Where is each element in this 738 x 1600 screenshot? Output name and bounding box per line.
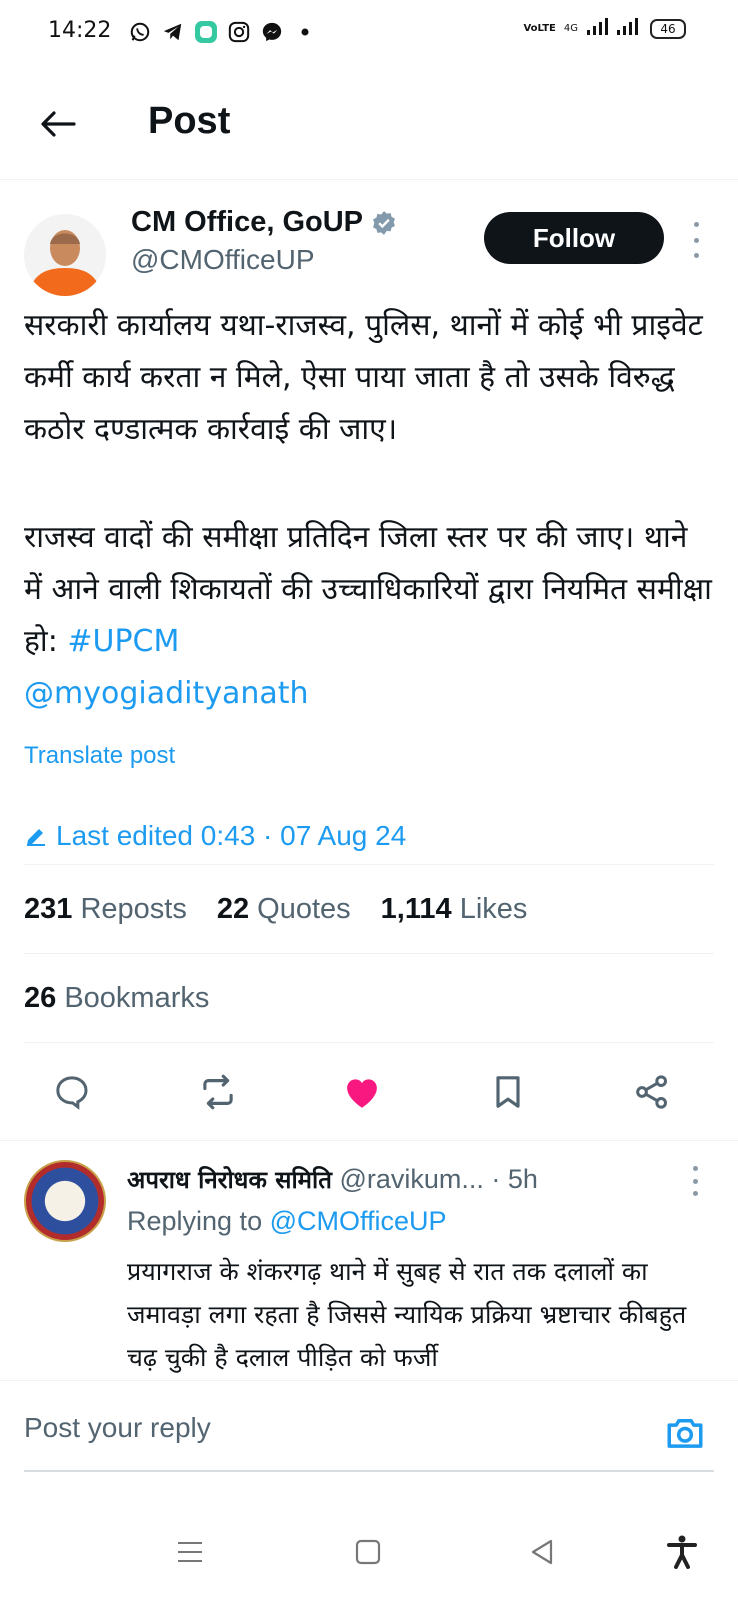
post-text-paragraph-2: राजस्व वादों की समीक्षा प्रतिदिन जिला स्… — [24, 512, 714, 720]
instagram-icon — [227, 20, 251, 44]
reply-author-name[interactable]: अपराध निरोधक समिति — [127, 1166, 332, 1194]
mention-link[interactable]: @myogiadityanath — [24, 676, 309, 711]
status-bar: 14:22 VoLTE 4G 46 — [0, 0, 738, 66]
home-button[interactable] — [346, 1530, 390, 1574]
comment-icon — [56, 1076, 88, 1110]
reply-header: अपराध निरोधक समिति @ravikum... · 5h — [127, 1163, 687, 1196]
camera-icon — [667, 1419, 703, 1448]
divider — [0, 1140, 738, 1141]
nav-back-button[interactable] — [520, 1530, 564, 1574]
status-indicators: VoLTE 4G 46 — [523, 18, 686, 39]
recents-button[interactable] — [168, 1530, 212, 1574]
replying-to: Replying to @CMOfficeUP — [127, 1206, 447, 1237]
likes-count: 1,114 — [380, 893, 452, 925]
post-text-paragraph-1: सरकारी कार्यालय यथा-राजस्व, पुलिस, थानों… — [24, 308, 703, 447]
quotes-count: 22 — [216, 893, 250, 925]
author-name[interactable]: CM Office, GoUP — [131, 206, 397, 239]
top-app-bar: Post — [0, 66, 738, 180]
bookmark-icon — [496, 1076, 520, 1108]
system-navigation-bar — [0, 1500, 738, 1600]
reposts-stat[interactable]: 231 Reposts — [24, 893, 187, 926]
divider — [24, 1042, 714, 1043]
volte-label: VoLTE — [523, 23, 556, 34]
author-avatar[interactable] — [24, 214, 106, 296]
translate-post-link[interactable]: Translate post — [24, 742, 175, 770]
app-icon — [194, 20, 218, 44]
verified-badge-icon — [373, 210, 395, 235]
status-time: 14:22 — [48, 18, 112, 43]
hashtag-link[interactable]: #UPCM — [67, 624, 179, 659]
messenger-icon — [260, 20, 284, 44]
repost-icon — [203, 1074, 233, 1110]
reposts-count: 231 — [24, 893, 73, 925]
quotes-stat[interactable]: 22 Quotes — [217, 893, 351, 926]
reposts-label: Reposts — [80, 893, 187, 925]
share-icon — [636, 1075, 667, 1109]
post-stats: 231 Reposts 22 Quotes 1,114 Likes — [24, 893, 527, 926]
camera-button[interactable] — [664, 1412, 706, 1454]
reply-text: प्रयागराज के शंकरगढ़ थाने में सुबह से रा… — [127, 1257, 687, 1372]
accessibility-button[interactable] — [660, 1530, 704, 1574]
reply-author-handle[interactable]: @ravikum... — [339, 1164, 483, 1194]
like-button[interactable] — [336, 1066, 388, 1118]
share-button[interactable] — [626, 1066, 678, 1118]
bookmarks-count: 26 — [24, 982, 57, 1014]
arrow-left-icon — [41, 111, 76, 137]
replying-to-handle[interactable]: @CMOfficeUP — [270, 1206, 447, 1236]
last-edited-link[interactable]: Last edited 0:43 · 07 Aug 24 — [24, 820, 406, 852]
battery-indicator: 46 — [650, 18, 686, 39]
divider — [24, 953, 714, 954]
repost-button[interactable] — [192, 1066, 244, 1118]
follow-button[interactable]: Follow — [484, 212, 664, 264]
reply-more-options-icon[interactable] — [683, 1166, 707, 1196]
edit-pencil-icon — [27, 829, 45, 846]
status-app-icons — [128, 20, 317, 44]
author-name-text: CM Office, GoUP — [131, 206, 364, 238]
post-action-bar — [0, 1066, 738, 1118]
reply-avatar[interactable] — [24, 1160, 106, 1242]
bookmark-button[interactable] — [482, 1066, 534, 1118]
square-icon — [355, 1539, 381, 1565]
replying-to-prefix: Replying to — [127, 1206, 263, 1236]
page-title: Post — [148, 100, 231, 142]
reply-input[interactable]: Post your reply — [24, 1412, 211, 1444]
back-button[interactable] — [36, 102, 80, 146]
quotes-label: Quotes — [257, 893, 351, 925]
menu-lines-icon — [178, 1542, 202, 1562]
signal-icon — [586, 18, 608, 39]
telegram-icon — [161, 20, 185, 44]
last-edited-text: Last edited 0:43 · 07 Aug 24 — [56, 820, 407, 851]
bookmarks-stat[interactable]: 26 Bookmarks — [24, 982, 209, 1015]
likes-label: Likes — [459, 893, 528, 925]
signal-icon-2 — [616, 18, 642, 39]
reply-timestamp: · 5h — [491, 1164, 538, 1194]
divider — [24, 864, 714, 865]
whatsapp-icon — [128, 20, 152, 44]
accessibility-icon — [667, 1535, 697, 1569]
bookmarks-label: Bookmarks — [64, 982, 210, 1014]
author-handle[interactable]: @CMOfficeUP — [131, 244, 315, 276]
dot-icon — [293, 20, 317, 44]
network-type: 4G — [563, 23, 578, 34]
heart-filled-icon — [347, 1079, 377, 1108]
likes-stat[interactable]: 1,114 Likes — [381, 893, 528, 926]
triangle-back-icon — [531, 1539, 553, 1565]
more-options-icon[interactable] — [684, 222, 708, 258]
reply-button[interactable] — [46, 1066, 98, 1118]
compose-underline — [24, 1470, 714, 1472]
